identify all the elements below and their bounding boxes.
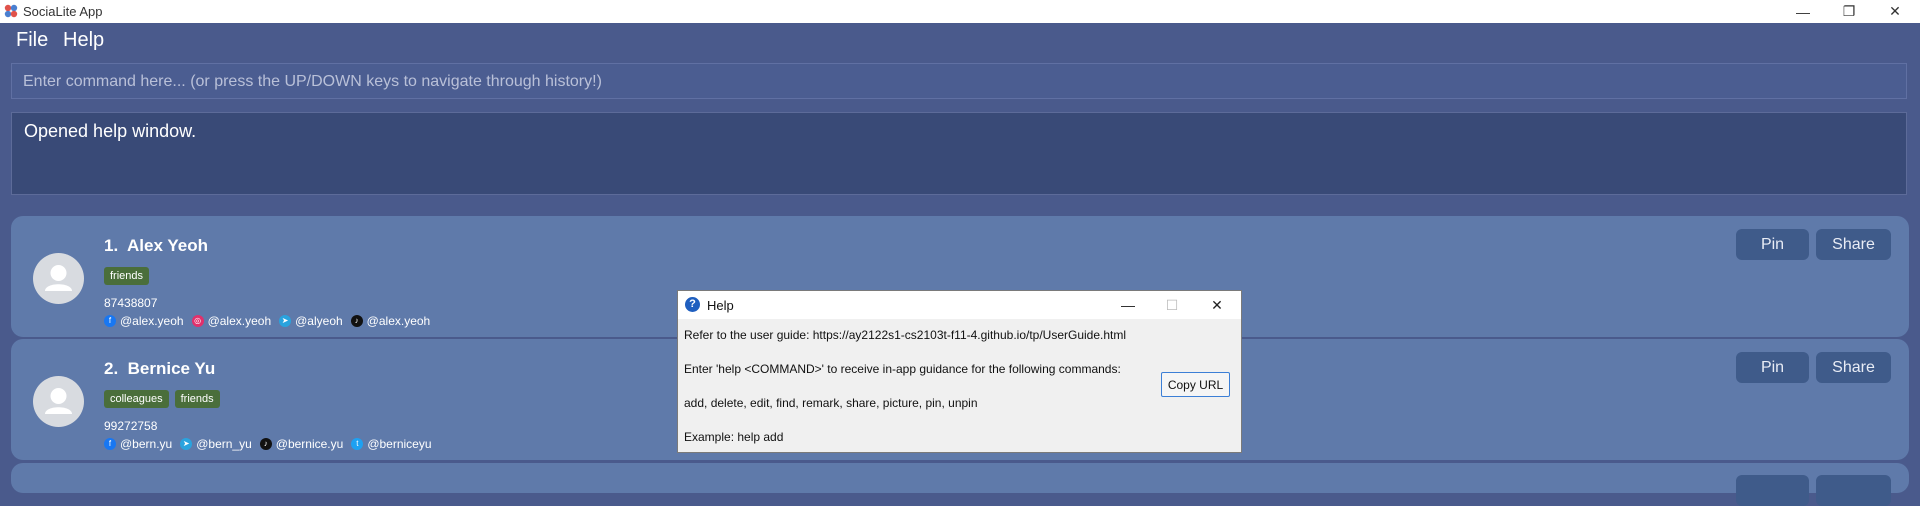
menu-bar: File Help [0, 23, 1920, 56]
person-index: 1. [104, 236, 119, 255]
instagram-icon: ◎ [191, 315, 204, 327]
restore-window-button[interactable]: ❐ [1826, 0, 1872, 23]
maximize-icon[interactable]: ☐ [1162, 295, 1182, 315]
telegram-handle: @alyeoh [295, 314, 343, 328]
help-instruction-text: Enter 'help <COMMAND>' to receive in-app… [684, 362, 1121, 376]
twitter-icon: t [351, 438, 364, 450]
person-name: 1. Alex Yeoh [104, 236, 208, 256]
twitter-handle: @berniceyu [367, 437, 432, 451]
menu-help[interactable]: Help [63, 29, 104, 52]
close-window-button[interactable]: ✕ [1872, 0, 1918, 23]
minimize-window-button[interactable]: — [1780, 0, 1826, 23]
example-text: Example: help add [684, 430, 784, 444]
phone-number: 87438807 [104, 296, 158, 310]
help-dialog[interactable]: ? Help — ☐ ✕ Refer to the user guide: ht… [677, 290, 1242, 453]
tag-list: friends [104, 267, 150, 285]
facebook-icon: f [104, 438, 116, 450]
share-button[interactable]: Share [1816, 229, 1891, 260]
person-card[interactable] [11, 463, 1909, 506]
tag: friends [104, 267, 150, 285]
tag: friends [174, 390, 220, 408]
pin-button[interactable] [1736, 475, 1809, 506]
user-guide-text: Refer to the user guide: https://ay2122s… [684, 328, 1127, 342]
person-name: 2. Bernice Yu [104, 359, 215, 379]
pin-button[interactable]: Pin [1736, 352, 1809, 383]
command-list-text: add, delete, edit, find, remark, share, … [684, 396, 978, 410]
share-button[interactable] [1816, 475, 1891, 506]
help-dialog-title: Help [707, 298, 734, 313]
telegram-icon: ➤ [180, 438, 193, 450]
person-name-text: Alex Yeoh [127, 236, 208, 255]
window-title-bar: SociaLite App — ❐ ✕ [0, 0, 1920, 23]
instagram-handle: @alex.yeoh [207, 314, 272, 328]
close-icon[interactable]: ✕ [1207, 295, 1227, 315]
social-handles: f @alex.yeoh ◎ @alex.yeoh ➤ @alyeoh ♪ @a… [104, 314, 430, 328]
avatar [33, 376, 84, 427]
pin-button[interactable]: Pin [1736, 229, 1809, 260]
tag-list: colleagues friends [104, 390, 220, 408]
person-index: 2. [104, 359, 119, 378]
result-text: Opened help window. [24, 121, 197, 141]
command-input[interactable]: Enter command here... (or press the UP/D… [11, 63, 1907, 99]
help-icon: ? [685, 297, 700, 312]
tiktok-icon: ♪ [259, 438, 272, 450]
tiktok-handle: @bernice.yu [275, 437, 344, 451]
social-handles: f @bern.yu ➤ @bern_yu ♪ @bernice.yu t @b… [104, 437, 432, 451]
help-dialog-title-bar: ? Help — ☐ ✕ [678, 291, 1241, 319]
telegram-icon: ➤ [279, 315, 292, 327]
result-display: Opened help window. [11, 112, 1907, 195]
facebook-handle: @bern.yu [120, 437, 173, 451]
avatar [33, 253, 84, 304]
copy-url-button[interactable]: Copy URL [1161, 372, 1230, 397]
phone-number: 99272758 [104, 419, 158, 433]
facebook-handle: @alex.yeoh [120, 314, 184, 328]
window-title: SociaLite App [23, 4, 103, 19]
menu-file[interactable]: File [16, 29, 48, 52]
minimize-icon[interactable]: — [1118, 295, 1138, 315]
tiktok-icon: ♪ [350, 315, 363, 327]
person-name-text: Bernice Yu [127, 359, 216, 378]
facebook-icon: f [104, 315, 116, 327]
person-placeholder-icon [45, 388, 72, 414]
telegram-handle: @bern_yu [196, 437, 252, 451]
app-icon [4, 4, 18, 18]
person-placeholder-icon [45, 265, 72, 291]
tiktok-handle: @alex.yeoh [366, 314, 431, 328]
tag: colleagues [104, 390, 169, 408]
share-button[interactable]: Share [1816, 352, 1891, 383]
